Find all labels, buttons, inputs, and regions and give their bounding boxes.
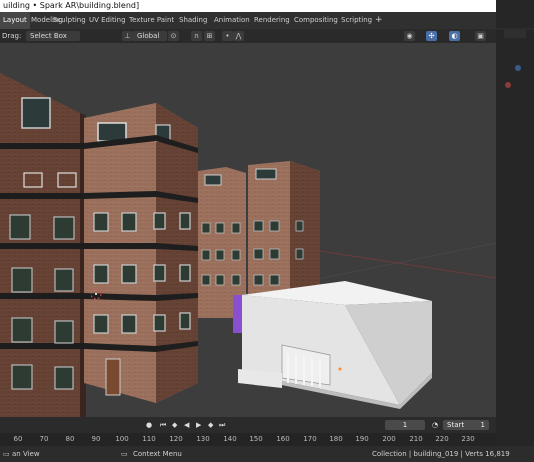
falloff-icon[interactable]: ⋀ xyxy=(233,31,244,41)
tab-scripting[interactable]: Scripting xyxy=(341,12,372,29)
select-mode-dropdown[interactable]: Select Box xyxy=(26,31,80,41)
gizmo-icon[interactable]: ✣ xyxy=(426,31,437,41)
status-middle-text: Context Menu xyxy=(133,450,182,458)
current-frame-field[interactable]: 1 xyxy=(385,420,425,430)
ruler-tick: 210 xyxy=(409,435,423,443)
mouse-icon: ▭ xyxy=(121,450,128,458)
ruler-tick: 150 xyxy=(249,435,263,443)
viewport-header: Drag: Select Box ⊥ Global ⊙ ∩ ⊞ • ⋀ ◉ ✣ … xyxy=(0,29,534,43)
orientation-dropdown[interactable]: Global xyxy=(133,31,167,41)
next-keyframe-icon[interactable]: ◆ xyxy=(208,420,213,430)
object-origin-icon xyxy=(338,367,342,371)
ruler-tick: 160 xyxy=(276,435,290,443)
timeline-controls: ● ⏮ ◆ ◀ ▶ ◆ ⏭ 1 ◔ Start 1 xyxy=(0,417,496,433)
ruler-tick: 110 xyxy=(142,435,156,443)
ruler-tick: 80 xyxy=(65,435,75,443)
ruler-tick: 120 xyxy=(169,435,183,443)
status-right-text: Collection | building_019 | Verts 16,819 xyxy=(372,450,510,458)
ruler-tick: 170 xyxy=(303,435,317,443)
window-title-bar: uilding • Spark AR\building.blend] xyxy=(0,0,534,12)
overlays-icon[interactable]: ◐ xyxy=(449,31,460,41)
play-icon[interactable]: ▶ xyxy=(196,420,201,430)
jump-end-icon[interactable]: ⏭ xyxy=(219,420,225,430)
building-left xyxy=(0,73,86,417)
snap-icon[interactable]: ∩ xyxy=(191,31,202,41)
status-bar: ▭ an View ▭ Context Menu Collection | bu… xyxy=(0,446,534,462)
add-workspace-button[interactable]: + xyxy=(375,12,383,29)
frame-ruler[interactable]: 60 70 80 90 100 110 120 130 140 150 160 … xyxy=(0,433,496,446)
ruler-tick: 220 xyxy=(435,435,449,443)
ruler-tick: 100 xyxy=(115,435,129,443)
workspace-tabs: Layout Modeling Sculpting UV Editing Tex… xyxy=(0,12,534,29)
navigation-gizmo-icon[interactable] xyxy=(496,0,534,462)
xray-icon[interactable]: ▣ xyxy=(475,31,486,41)
visibility-icon[interactable]: ◉ xyxy=(404,31,415,41)
tab-shading[interactable]: Shading xyxy=(179,12,207,29)
tab-uv-editing[interactable]: UV Editing xyxy=(89,12,126,29)
start-frame-field[interactable]: Start 1 xyxy=(443,420,489,430)
ruler-tick: 190 xyxy=(355,435,369,443)
select-mode-value: Select Box xyxy=(30,32,67,40)
start-value: 1 xyxy=(480,421,485,429)
play-reverse-icon[interactable]: ◀ xyxy=(184,420,189,430)
proportional-edit-icon[interactable]: • xyxy=(222,31,233,41)
ruler-tick: 180 xyxy=(329,435,343,443)
3d-viewport[interactable] xyxy=(0,43,496,417)
ruler-tick: 130 xyxy=(196,435,210,443)
pivot-point-icon[interactable]: ⊙ xyxy=(168,31,179,41)
tab-sculpting[interactable]: Sculpting xyxy=(53,12,86,29)
ruler-tick: 230 xyxy=(461,435,475,443)
prev-keyframe-icon[interactable]: ◆ xyxy=(172,420,177,430)
orientation-value: Global xyxy=(137,32,160,40)
ruler-tick: 140 xyxy=(223,435,237,443)
ruler-tick: 90 xyxy=(91,435,101,443)
mouse-icon: ▭ xyxy=(3,450,10,458)
window-title: uilding • Spark AR\building.blend] xyxy=(3,1,140,10)
transform-axes-icon[interactable]: ⊥ xyxy=(122,31,133,41)
ruler-tick: 70 xyxy=(39,435,49,443)
start-label: Start xyxy=(447,421,465,429)
status-left-text: an View xyxy=(12,450,40,458)
tab-compositing[interactable]: Compositing xyxy=(294,12,338,29)
jump-start-icon[interactable]: ⏮ xyxy=(160,420,166,430)
tab-layout[interactable]: Layout xyxy=(0,12,30,29)
viewport-scene xyxy=(0,43,496,417)
tab-animation[interactable]: Animation xyxy=(214,12,250,29)
tab-texture-paint[interactable]: Texture Paint xyxy=(129,12,174,29)
record-button[interactable]: ● xyxy=(146,420,152,430)
building-middle xyxy=(84,103,198,403)
drag-label: Drag: xyxy=(2,32,22,40)
clock-icon[interactable]: ◔ xyxy=(432,420,438,430)
ruler-tick: 200 xyxy=(382,435,396,443)
right-side-panel xyxy=(496,0,534,462)
tab-rendering[interactable]: Rendering xyxy=(254,12,290,29)
ruler-tick: 60 xyxy=(13,435,23,443)
snap-target-icon[interactable]: ⊞ xyxy=(204,31,215,41)
